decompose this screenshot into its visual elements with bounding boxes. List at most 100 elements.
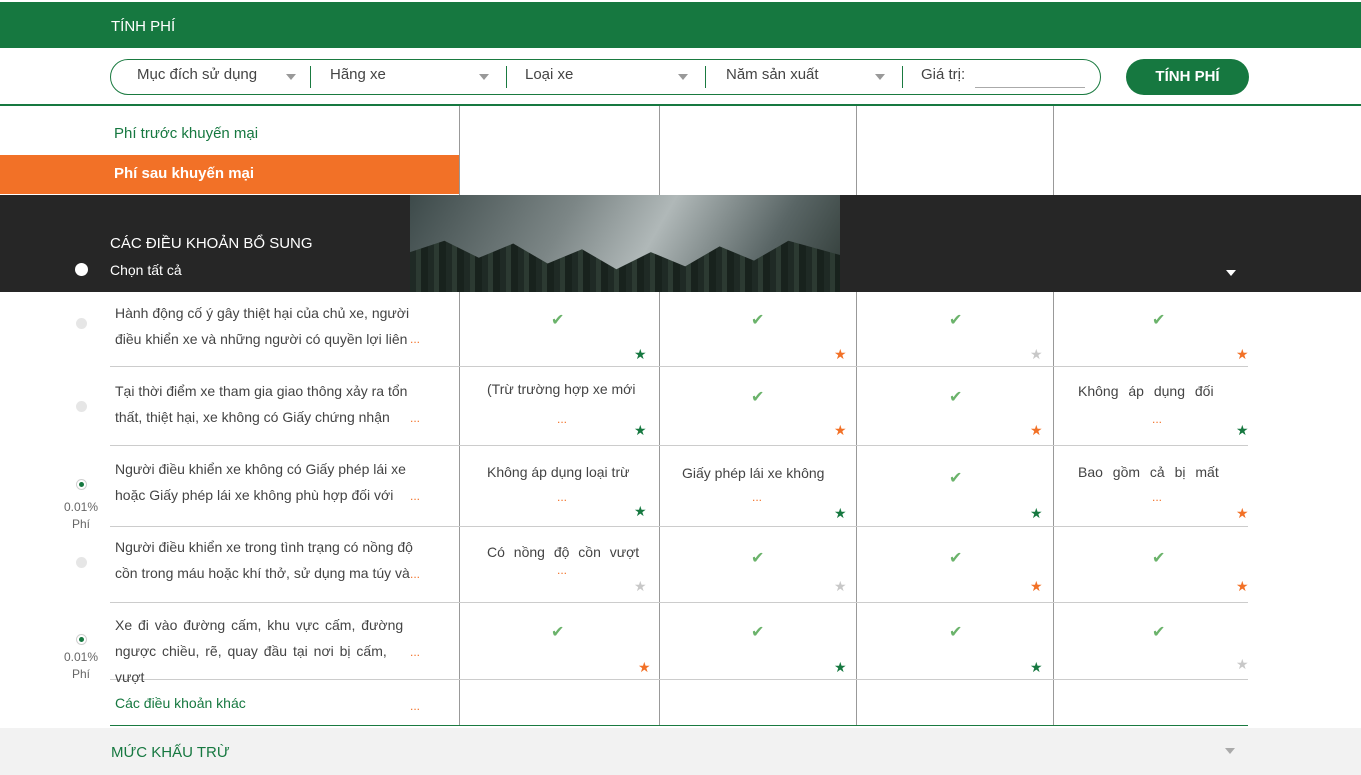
deductible-title: MỨC KHẤU TRỪ (111, 744, 230, 761)
clause-fee: 0.01% Phí (63, 650, 99, 681)
cell-text: Bao gồm cả bị mất (1078, 464, 1219, 480)
star-icon[interactable]: ★ (834, 505, 847, 522)
check-icon: ✔ (949, 470, 963, 487)
header-bar (0, 2, 1361, 48)
row-divider (110, 366, 1248, 367)
chevron-down-icon[interactable] (875, 74, 885, 80)
clause-text: Tại thời điểm xe tham gia giao thông xảy… (115, 383, 408, 425)
value-input[interactable] (975, 87, 1085, 88)
filter-divider (310, 66, 311, 88)
star-icon[interactable]: ★ (834, 578, 847, 595)
value-label: Giá trị: (921, 66, 966, 83)
clause-radio-selected[interactable] (76, 479, 87, 490)
other-clauses-link[interactable]: Các điều khoản khác (115, 695, 246, 711)
calculate-button[interactable]: TÍNH PHÍ (1126, 59, 1249, 95)
column-divider (1053, 292, 1054, 726)
clause-radio[interactable] (76, 318, 87, 329)
check-icon: ✔ (751, 550, 765, 567)
star-icon[interactable]: ★ (634, 503, 647, 520)
star-icon[interactable]: ★ (1030, 578, 1043, 595)
star-icon[interactable]: ★ (1236, 346, 1249, 363)
column-divider (659, 106, 660, 195)
more-ellipsis[interactable]: ... (752, 490, 762, 504)
clause-text: Người điều khiển xe không có Giấy phép l… (115, 461, 406, 503)
check-icon: ✔ (949, 312, 963, 329)
filter-divider (902, 66, 903, 88)
clause-radio[interactable] (76, 401, 87, 412)
star-icon[interactable]: ★ (834, 422, 847, 439)
star-icon[interactable]: ★ (1030, 505, 1043, 522)
column-divider (459, 292, 460, 726)
star-icon[interactable]: ★ (1030, 422, 1043, 439)
brand-select[interactable]: Hãng xe (330, 66, 386, 83)
more-ellipsis[interactable]: ... (1152, 412, 1162, 426)
clause-radio-selected[interactable] (76, 634, 87, 645)
purpose-select[interactable]: Mục đích sử dụng (137, 66, 257, 83)
more-ellipsis[interactable]: ... (410, 489, 420, 503)
column-divider (1053, 106, 1054, 195)
year-select[interactable]: Năm sản xuất (726, 66, 819, 83)
check-icon: ✔ (751, 624, 765, 641)
divider (0, 104, 1361, 106)
star-icon[interactable]: ★ (634, 346, 647, 363)
cell-text: Không áp dụng đối (1078, 383, 1214, 399)
more-ellipsis[interactable]: ... (410, 411, 420, 425)
check-icon: ✔ (1152, 550, 1166, 567)
check-icon: ✔ (551, 312, 565, 329)
filter-divider (506, 66, 507, 88)
column-divider (459, 106, 460, 195)
check-icon: ✔ (551, 624, 565, 641)
chevron-down-icon[interactable] (678, 74, 688, 80)
star-icon[interactable]: ★ (1030, 346, 1043, 363)
header-title: TÍNH PHÍ (111, 18, 176, 35)
filter-divider (705, 66, 706, 88)
star-icon[interactable]: ★ (634, 422, 647, 439)
row-divider (110, 725, 1248, 726)
more-ellipsis[interactable]: ... (410, 332, 420, 346)
more-ellipsis[interactable]: ... (410, 699, 420, 713)
clause-radio[interactable] (76, 557, 87, 568)
star-icon[interactable]: ★ (634, 578, 647, 595)
check-icon: ✔ (751, 389, 765, 406)
chevron-down-icon[interactable] (1226, 270, 1236, 276)
row-divider (110, 445, 1248, 446)
check-icon: ✔ (949, 550, 963, 567)
star-icon[interactable]: ★ (1236, 578, 1249, 595)
column-divider (659, 292, 660, 726)
star-icon[interactable]: ★ (1236, 422, 1249, 439)
more-ellipsis[interactable]: ... (557, 563, 567, 577)
row-divider (110, 526, 1248, 527)
column-divider (856, 292, 857, 726)
chevron-down-icon[interactable] (286, 74, 296, 80)
star-icon[interactable]: ★ (1236, 505, 1249, 522)
chevron-down-icon[interactable] (479, 74, 489, 80)
star-icon[interactable]: ★ (638, 659, 651, 676)
row-divider (110, 602, 1248, 603)
star-icon[interactable]: ★ (1030, 659, 1043, 676)
fee-before-label: Phí trước khuyến mại (114, 125, 259, 142)
clause-text: Người điều khiển xe trong tình trạng có … (115, 539, 413, 581)
column-divider (856, 106, 857, 195)
fee-after-label: Phí sau khuyến mại (114, 165, 255, 182)
cell-text: Không áp dụng loại trừ (487, 464, 630, 480)
more-ellipsis[interactable]: ... (1152, 490, 1162, 504)
more-ellipsis[interactable]: ... (410, 567, 420, 581)
clause-text: Xe đi vào đường cấm, khu vực cấm, đường n… (115, 617, 404, 685)
more-ellipsis[interactable]: ... (557, 490, 567, 504)
star-icon[interactable]: ★ (834, 346, 847, 363)
cell-text: Giấy phép lái xe không (682, 465, 825, 481)
chevron-down-icon[interactable] (1225, 748, 1235, 754)
clause-fee: 0.01% Phí (63, 500, 99, 531)
check-icon: ✔ (1152, 312, 1166, 329)
star-icon[interactable]: ★ (1236, 656, 1249, 673)
section-title: CÁC ĐIỀU KHOẢN BỔ SUNG (110, 235, 313, 252)
check-icon: ✔ (949, 389, 963, 406)
more-ellipsis[interactable]: ... (410, 645, 420, 659)
clause-text: Hành động cố ý gây thiệt hại của chủ xe,… (115, 305, 410, 347)
select-all-radio[interactable] (75, 263, 88, 276)
check-icon: ✔ (1152, 624, 1166, 641)
type-select[interactable]: Loại xe (525, 66, 573, 83)
select-all-label[interactable]: Chọn tất cả (110, 262, 182, 278)
star-icon[interactable]: ★ (834, 659, 847, 676)
more-ellipsis[interactable]: ... (557, 412, 567, 426)
